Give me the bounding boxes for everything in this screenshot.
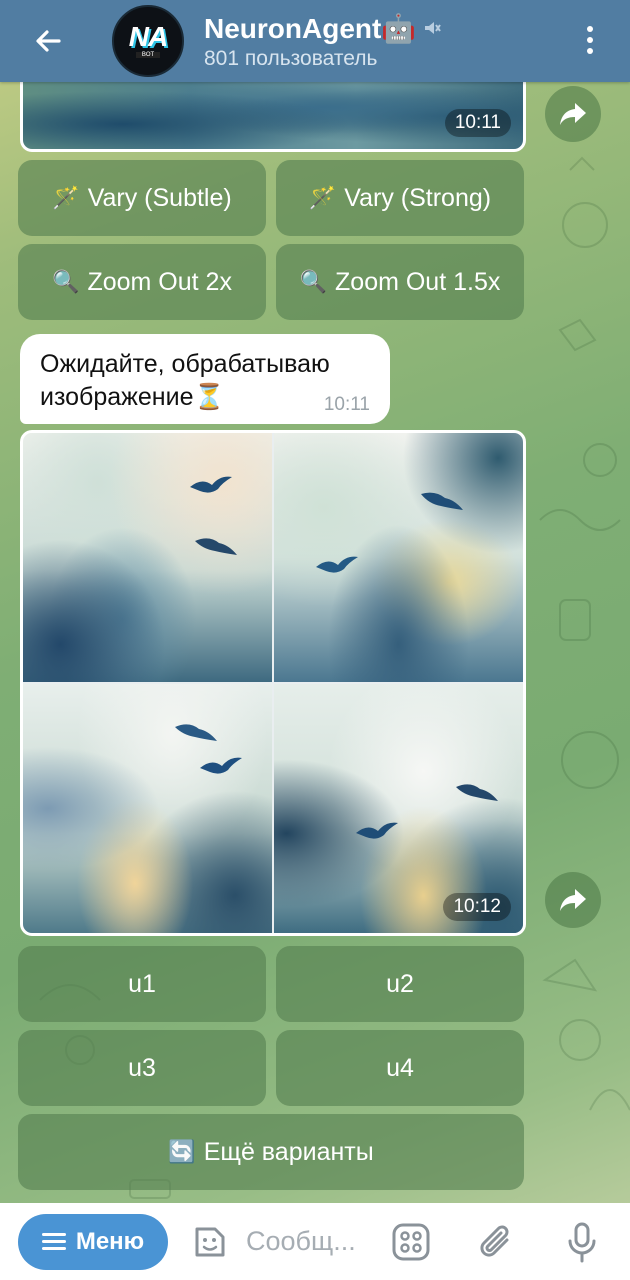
avatar-logo-sub: BOT [135,52,161,58]
dot-icon [587,48,593,54]
avatar[interactable]: NA BOT [112,5,184,77]
magnifier-icon: 🔍 [299,269,328,294]
message-input[interactable]: Сообщ... [246,1226,376,1257]
arrow-left-icon [36,30,61,52]
bird-illustration [200,757,242,774]
message-time: 10:11 [444,109,511,137]
bird-illustration [175,724,217,741]
chat-header: NA BOT NeuronAgent🤖 801 пользователь [0,0,630,82]
vary-subtle-button[interactable]: 🪄 Vary (Subtle) [18,160,266,236]
button-label: Vary (Strong) [344,183,492,212]
image-variant-1 [23,433,272,682]
back-button[interactable] [28,21,68,61]
share-button[interactable] [545,86,601,142]
magic-wand-icon: 🪄 [308,185,337,210]
button-label: Zoom Out 1.5x [335,267,501,296]
bird-illustration [421,492,463,510]
bird-illustration [456,784,498,801]
button-label: u2 [386,969,414,998]
share-arrow-icon [560,889,586,911]
message-text-line1: Ожидайте, обрабатываю [40,350,330,378]
bird-illustration [316,556,358,573]
refresh-icon: 🔄 [168,1139,196,1164]
share-button[interactable] [545,872,601,928]
upscale-2-button[interactable]: u2 [276,946,524,1022]
bird-illustration [195,538,237,555]
more-variants-button[interactable]: 🔄 Ещё варианты [18,1114,524,1190]
message-time: 10:11 [323,394,370,415]
dot-icon [587,37,593,43]
button-label: Vary (Subtle) [87,183,232,212]
button-label: u3 [128,1053,156,1082]
bird-illustration [190,476,232,493]
image-variant-4: 10:12 [274,684,523,933]
microphone-icon [568,1222,596,1262]
bot-commands-button[interactable] [390,1221,432,1263]
button-label: u1 [128,969,156,998]
magnifier-icon: 🔍 [52,269,80,294]
zoom-out-2x-button[interactable]: 🔍 Zoom Out 2x [18,244,266,320]
message-text-line2: изображение⏳ [40,383,225,411]
text-message[interactable]: Ожидайте, обрабатываю изображение⏳ 10:11 [20,334,390,424]
avatar-logo: NA [128,21,168,52]
paperclip-icon [480,1225,509,1257]
more-options-button[interactable] [578,20,602,60]
zoom-out-1-5x-button[interactable]: 🔍 Zoom Out 1.5x [276,244,524,320]
image-variant-3 [23,684,272,933]
vary-strong-button[interactable]: 🪄 Vary (Strong) [276,160,524,236]
share-arrow-icon [560,103,586,125]
chat-title: NeuronAgent🤖 [204,12,417,44]
dot-icon [587,26,593,32]
image-message-grid[interactable]: 10:12 [20,430,526,936]
bot-menu-button[interactable]: Меню [18,1213,168,1270]
chat-title-block[interactable]: NeuronAgent🤖 801 пользователь [204,12,442,71]
magic-wand-icon: 🪄 [52,185,80,210]
button-label: u4 [386,1053,414,1082]
button-label: Zoom Out 2x [87,267,232,296]
bird-illustration [356,822,398,839]
button-label: Ещё варианты [203,1137,374,1166]
sticker-smile-icon [195,1227,225,1256]
message-input-bar: Меню Сообщ... [0,1203,630,1280]
sticker-button[interactable] [190,1222,230,1262]
muted-icon [425,22,442,34]
grid-icon [392,1223,430,1260]
message-time: 10:12 [443,893,511,921]
attach-button[interactable] [476,1222,516,1262]
hamburger-icon [41,1233,66,1250]
chat-subtitle: 801 пользователь [204,46,378,70]
upscale-1-button[interactable]: u1 [18,946,266,1022]
upscale-4-button[interactable]: u4 [276,1030,524,1106]
voice-message-button[interactable] [562,1220,602,1264]
upscale-3-button[interactable]: u3 [18,1030,266,1106]
menu-label: Меню [75,1227,145,1255]
image-variant-2 [274,433,523,682]
